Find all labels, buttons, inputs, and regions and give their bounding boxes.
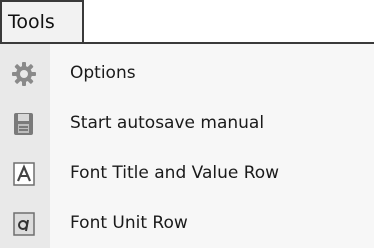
- menu-item-label: Start autosave manual: [70, 113, 265, 133]
- gear-icon: [11, 61, 37, 87]
- menu-tools[interactable]: Tools: [0, 0, 84, 42]
- menu-item-label: Options: [70, 63, 136, 83]
- menu-item-label: Font Title and Value Row: [70, 163, 280, 183]
- floppy-save-icon: [11, 111, 37, 137]
- font-italic-a-icon: [11, 211, 37, 237]
- font-letter-a-icon: [11, 161, 37, 187]
- menu-item-options[interactable]: Options: [0, 48, 374, 98]
- menu-item-label: Font Unit Row: [70, 213, 188, 233]
- menu-bar: Tools: [0, 0, 374, 42]
- menu-item-font-unit-row[interactable]: Font Unit Row: [0, 198, 374, 248]
- menu-item-start-autosave-manual[interactable]: Start autosave manual: [0, 98, 374, 148]
- menu-item-font-title-and-value-row[interactable]: Font Title and Value Row: [0, 148, 374, 198]
- tools-dropdown-menu: Options Start autosave manual Font Title…: [0, 42, 374, 248]
